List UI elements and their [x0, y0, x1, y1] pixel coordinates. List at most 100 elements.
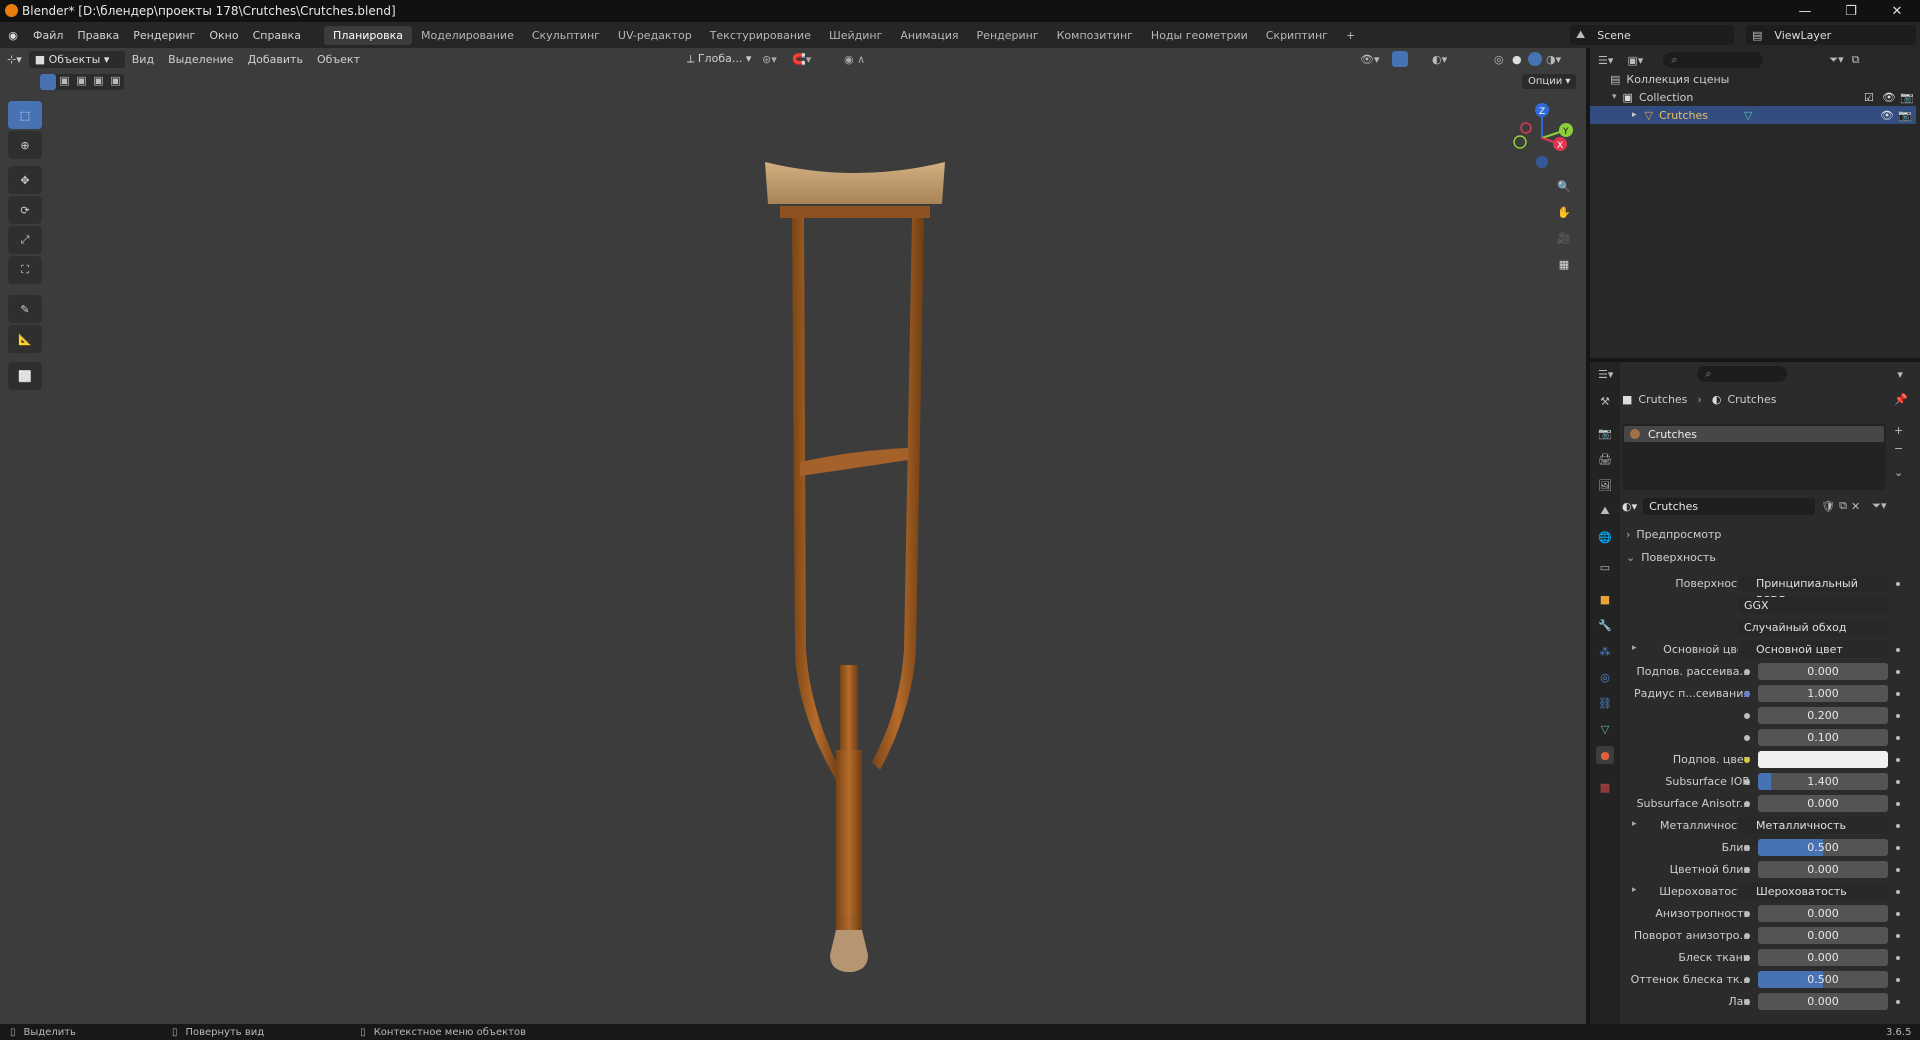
tab-compositing[interactable]: Композитинг: [1048, 26, 1142, 45]
tab-shading[interactable]: Шейдинг: [820, 26, 891, 45]
cursor-tool[interactable]: ⊕: [8, 131, 42, 159]
scene-tab-icon[interactable]: ⛰: [1596, 502, 1614, 520]
keyframe-dot-icon[interactable]: [1896, 714, 1900, 718]
number-field[interactable]: 0.000: [1758, 663, 1888, 680]
keyframe-dot-icon[interactable]: [1896, 736, 1900, 740]
editor-type-icon[interactable]: ⊹▾: [0, 53, 29, 66]
number-field[interactable]: 0.000: [1758, 795, 1888, 812]
menu-help[interactable]: Справка: [246, 29, 308, 42]
view-layer-selector[interactable]: ▤ ViewLayer: [1746, 25, 1916, 45]
view-layer-tab-icon[interactable]: 🖼: [1596, 476, 1614, 494]
preview-section-header[interactable]: › Предпросмотр: [1626, 525, 1916, 543]
minimize-button[interactable]: —: [1782, 0, 1828, 22]
linked-input-field[interactable]: Металличность: [1738, 817, 1888, 834]
options-dropdown[interactable]: Опции ▾: [1522, 74, 1577, 89]
new-collection-icon[interactable]: ⧉: [1852, 53, 1860, 67]
number-field[interactable]: 0.000: [1758, 927, 1888, 944]
socket-dot-icon[interactable]: [1744, 999, 1750, 1005]
tab-modeling[interactable]: Моделирование: [412, 26, 523, 45]
select-intersect-icon[interactable]: ▣: [107, 74, 124, 90]
dropdown-field[interactable]: Случайный обход: [1738, 619, 1888, 636]
eye-icon[interactable]: 👁: [1882, 91, 1896, 104]
scene-selector[interactable]: ⛰ Scene: [1570, 25, 1734, 45]
pan-button[interactable]: ✋: [1552, 200, 1576, 224]
dropdown-field[interactable]: GGX: [1738, 597, 1888, 614]
tab-scripting[interactable]: Скриптинг: [1257, 26, 1337, 45]
socket-dot-icon[interactable]: [1744, 757, 1750, 763]
rotate-tool[interactable]: ⟳: [8, 196, 42, 224]
zoom-button[interactable]: 🔍: [1552, 174, 1576, 198]
keyframe-dot-icon[interactable]: [1896, 670, 1900, 674]
tab-geometry-nodes[interactable]: Ноды геометрии: [1142, 26, 1257, 45]
keyframe-dot-icon[interactable]: [1896, 648, 1900, 652]
linked-input-field[interactable]: Шероховатость: [1738, 883, 1888, 900]
duplicate-material-icon[interactable]: ⧉: [1839, 499, 1847, 513]
properties-editor-icon[interactable]: ☰▾: [1598, 368, 1613, 381]
wireframe-shading-icon[interactable]: ◎: [1494, 53, 1504, 66]
menu-edit[interactable]: Правка: [70, 29, 126, 42]
number-field[interactable]: 0.000: [1758, 905, 1888, 922]
close-button[interactable]: ✕: [1874, 0, 1920, 22]
snap-icon[interactable]: 🧲▾: [792, 53, 811, 66]
mode-dropdown[interactable]: ■ Объекты ▾: [28, 50, 125, 68]
keyframe-dot-icon[interactable]: [1896, 890, 1900, 894]
render-tab-icon[interactable]: 📷: [1596, 424, 1614, 442]
socket-dot-icon[interactable]: [1744, 669, 1750, 675]
annotate-tool[interactable]: ✎: [8, 295, 42, 323]
expand-arrow-icon[interactable]: ▾: [1612, 92, 1617, 102]
socket-dot-icon[interactable]: [1744, 845, 1750, 851]
modifier-tab-icon[interactable]: 🔧: [1596, 616, 1614, 634]
maximize-button[interactable]: ❐: [1828, 0, 1874, 22]
menu-file[interactable]: Файл: [26, 29, 70, 42]
output-tab-icon[interactable]: 🖨: [1596, 450, 1614, 468]
expand-arrow-icon[interactable]: ▸: [1632, 110, 1637, 120]
socket-dot-icon[interactable]: [1744, 713, 1750, 719]
menu-view[interactable]: Вид: [125, 53, 161, 66]
scale-tool[interactable]: ⤢: [8, 226, 42, 254]
tab-rendering[interactable]: Рендеринг: [968, 26, 1048, 45]
select-subtract-icon[interactable]: ▣: [73, 74, 90, 90]
keyframe-dot-icon[interactable]: [1896, 912, 1900, 916]
socket-dot-icon[interactable]: [1744, 977, 1750, 983]
proportional-edit-icon[interactable]: ◉ ∧: [844, 53, 865, 66]
eye-icon[interactable]: 👁: [1880, 109, 1894, 122]
overlay-icon[interactable]: ◐▾: [1432, 53, 1447, 66]
crutch-model[interactable]: [740, 150, 970, 1000]
menu-select[interactable]: Выделение: [161, 53, 241, 66]
keyframe-dot-icon[interactable]: [1896, 978, 1900, 982]
number-field[interactable]: 0.500: [1758, 839, 1888, 856]
camera-view-button[interactable]: 🎥: [1552, 226, 1576, 250]
number-field[interactable]: 0.000: [1758, 949, 1888, 966]
socket-dot-icon[interactable]: [1744, 955, 1750, 961]
fake-user-icon[interactable]: 🛡: [1821, 500, 1835, 513]
render-camera-icon[interactable]: 📷: [1898, 109, 1912, 122]
material-shading-icon[interactable]: [1528, 52, 1542, 66]
render-camera-icon[interactable]: 📷: [1900, 91, 1914, 104]
measure-tool[interactable]: 📐: [8, 325, 42, 353]
outliner-collection-row[interactable]: ▾ ▣ Collection ☑ 👁 📷: [1612, 88, 1918, 106]
material-name-field[interactable]: Crutches: [1643, 497, 1816, 515]
socket-dot-icon[interactable]: [1744, 867, 1750, 873]
menu-window[interactable]: Окно: [202, 29, 245, 42]
menu-add[interactable]: Добавить: [241, 53, 310, 66]
panel-options-icon[interactable]: ▾: [1897, 368, 1903, 381]
display-mode-icon[interactable]: ▣▾: [1627, 54, 1643, 67]
socket-dot-icon[interactable]: [1744, 933, 1750, 939]
socket-dot-icon[interactable]: [1744, 691, 1750, 697]
add-slot-button[interactable]: +: [1894, 424, 1903, 437]
add-cube-tool[interactable]: ⬜: [8, 362, 42, 390]
number-field[interactable]: 0.000: [1758, 993, 1888, 1010]
number-field[interactable]: 0.100: [1758, 729, 1888, 746]
move-tool[interactable]: ✥: [8, 166, 42, 194]
perspective-toggle-button[interactable]: ▦: [1552, 252, 1576, 276]
tab-layout[interactable]: Планировка: [324, 25, 413, 45]
keyframe-dot-icon[interactable]: [1896, 868, 1900, 872]
select-new-icon[interactable]: [40, 74, 56, 90]
socket-dot-icon[interactable]: [1744, 911, 1750, 917]
number-field[interactable]: 1.400: [1758, 773, 1888, 790]
filter-icon[interactable]: ⏷▾: [1829, 53, 1843, 67]
exclude-checkbox[interactable]: ☑: [1864, 91, 1874, 104]
pin-icon[interactable]: 📌: [1894, 393, 1908, 406]
tab-animation[interactable]: Анимация: [891, 26, 967, 45]
material-slot-item[interactable]: Crutches: [1624, 426, 1884, 442]
